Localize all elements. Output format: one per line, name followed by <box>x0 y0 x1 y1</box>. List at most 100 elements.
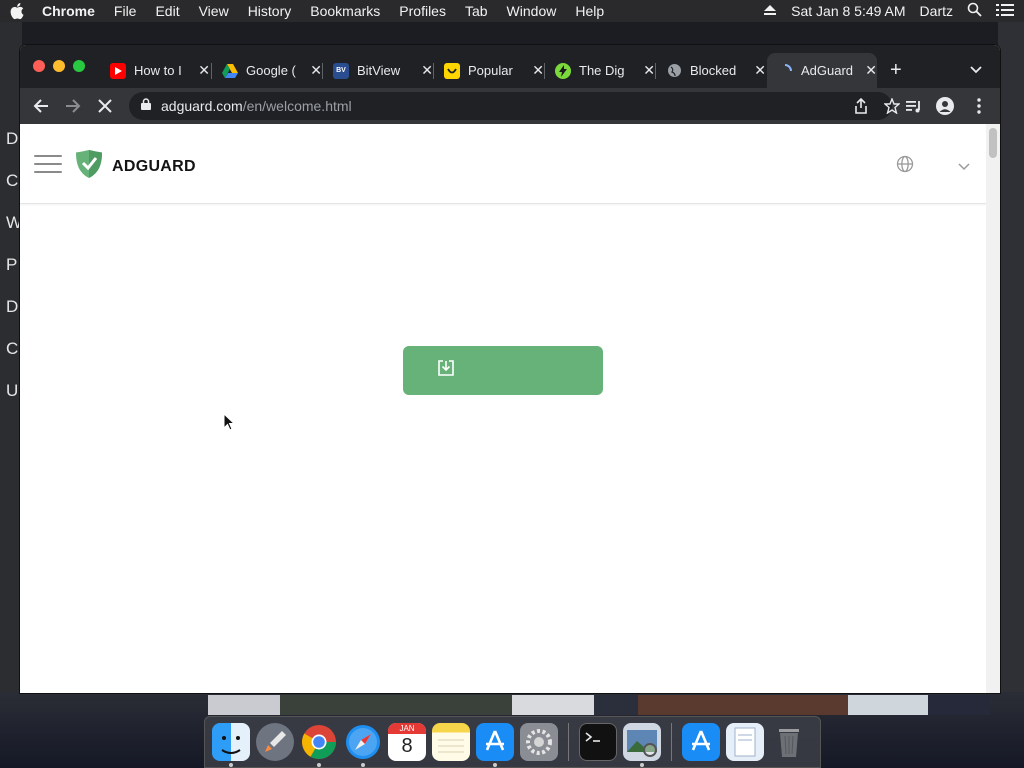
background-app-label: P <box>6 255 18 274</box>
tab-title: Blocked <box>690 63 737 78</box>
menu-edit[interactable]: Edit <box>155 3 179 19</box>
preview-icon[interactable] <box>623 723 661 767</box>
menu-window[interactable]: Window <box>507 3 557 19</box>
background-app-label: D <box>6 129 19 148</box>
background-app-label: D <box>6 297 19 316</box>
address-bar[interactable]: adguard.com/en/welcome.html <box>129 92 901 120</box>
page-scrollbar[interactable] <box>986 124 1000 693</box>
tab-title: AdGuard <box>801 63 854 78</box>
window-minimize-button[interactable] <box>53 60 65 72</box>
google-drive-icon <box>222 63 238 79</box>
macos-menu-bar: Chrome File Edit View History Bookmarks … <box>0 0 1024 22</box>
bolt-icon <box>555 62 571 79</box>
background-app-window: D C W P D C U <box>0 22 22 717</box>
tab-title: The Dig <box>579 63 625 78</box>
globe-icon <box>666 63 682 79</box>
download-icon <box>437 359 455 382</box>
stop-loading-icon[interactable] <box>96 97 114 115</box>
calendar-month: JAN <box>388 723 426 734</box>
tab-title: Google ( <box>246 63 296 78</box>
profile-avatar-icon[interactable] <box>936 97 954 115</box>
calendar-icon[interactable]: JAN 8 <box>388 723 426 761</box>
adguard-logo[interactable]: ADGUARD <box>76 150 196 183</box>
tab-strip: How to I ✕ Google ( ✕ BV BitView ✕ Popul… <box>20 45 1000 88</box>
background-window-strip <box>208 695 990 715</box>
share-icon[interactable] <box>854 97 868 119</box>
chrome-menu-icon[interactable] <box>970 97 988 115</box>
tab-search-chevron-icon[interactable] <box>970 61 982 79</box>
lock-icon[interactable] <box>141 97 151 115</box>
app-store-download-icon[interactable] <box>682 723 720 761</box>
menu-app-name[interactable]: Chrome <box>42 3 95 19</box>
background-app-label: C <box>6 171 19 190</box>
apple-icon[interactable] <box>10 2 28 20</box>
youtube-icon <box>110 62 126 79</box>
menubar-user[interactable]: Dartz <box>920 3 953 19</box>
trash-icon[interactable] <box>770 723 808 761</box>
app-store-icon[interactable] <box>476 723 514 767</box>
menu-tab[interactable]: Tab <box>465 3 488 19</box>
tab-title: BitView <box>357 63 401 78</box>
tab-google-drive[interactable]: Google ( ✕ <box>212 53 322 88</box>
menu-view[interactable]: View <box>199 3 229 19</box>
loading-icon <box>777 63 793 79</box>
finder-icon[interactable] <box>212 723 250 767</box>
url-host: adguard.com <box>161 98 243 114</box>
hamburger-menu-icon[interactable] <box>34 155 62 173</box>
mouse-cursor-icon <box>223 412 236 436</box>
tab-bitview[interactable]: BV BitView ✕ <box>323 53 433 88</box>
background-window-edge <box>998 22 1024 717</box>
terminal-icon[interactable] <box>579 723 617 761</box>
bitview-icon: BV <box>333 62 349 79</box>
safari-icon[interactable] <box>344 723 382 767</box>
calendar-day: 8 <box>401 735 413 757</box>
control-center-icon[interactable] <box>996 3 1014 20</box>
tab-close-icon[interactable]: ✕ <box>198 62 210 79</box>
forward-arrow-icon[interactable] <box>64 97 82 115</box>
tab-the-dig[interactable]: The Dig ✕ <box>545 53 655 88</box>
window-zoom-button[interactable] <box>73 60 85 72</box>
web-page: ADGUARD <box>20 124 986 693</box>
menu-file[interactable]: File <box>114 3 137 19</box>
brand-name: ADGUARD <box>112 157 196 175</box>
tab-popular[interactable]: Popular ✕ <box>434 53 544 88</box>
launchpad-icon[interactable] <box>256 723 294 761</box>
menu-bookmarks[interactable]: Bookmarks <box>310 3 380 19</box>
tab-close-icon[interactable]: ✕ <box>754 62 766 79</box>
eject-icon[interactable] <box>763 3 777 19</box>
tab-close-icon[interactable]: ✕ <box>865 62 877 79</box>
menu-help[interactable]: Help <box>575 3 604 19</box>
tab-close-icon[interactable]: ✕ <box>310 62 322 79</box>
back-arrow-icon[interactable] <box>32 97 50 115</box>
tab-close-icon[interactable]: ✕ <box>643 62 655 79</box>
tab-close-icon[interactable]: ✕ <box>532 62 544 79</box>
documents-folder-icon[interactable] <box>726 723 764 761</box>
chrome-icon[interactable] <box>300 723 338 767</box>
tab-how-to[interactable]: How to I ✕ <box>100 53 210 88</box>
tab-blocked[interactable]: Blocked ✕ <box>656 53 766 88</box>
tab-title: How to I <box>134 63 182 78</box>
url-path: /en/welcome.html <box>242 98 352 114</box>
menu-profiles[interactable]: Profiles <box>399 3 446 19</box>
download-button[interactable] <box>403 346 603 395</box>
menu-history[interactable]: History <box>248 3 292 19</box>
scrollbar-thumb[interactable] <box>989 128 997 158</box>
spotlight-search-icon[interactable] <box>967 2 982 20</box>
tab-close-icon[interactable]: ✕ <box>421 62 433 79</box>
window-close-button[interactable] <box>33 60 45 72</box>
browser-toolbar: adguard.com/en/welcome.html <box>20 88 1000 124</box>
background-app-label: U <box>6 381 19 400</box>
macos-dock: JAN 8 <box>204 716 821 768</box>
tab-adguard[interactable]: AdGuard ✕ <box>767 53 877 88</box>
site-header: ADGUARD <box>20 124 986 204</box>
language-globe-icon[interactable] <box>896 155 914 178</box>
menubar-clock[interactable]: Sat Jan 8 5:49 AM <box>791 3 905 19</box>
system-preferences-icon[interactable] <box>520 723 558 761</box>
notes-icon[interactable] <box>432 723 470 761</box>
bookmark-star-icon[interactable] <box>883 97 901 119</box>
language-chevron-down-icon[interactable] <box>958 158 970 176</box>
shield-check-icon <box>76 150 102 183</box>
media-queue-icon[interactable] <box>905 97 923 115</box>
background-app-label: C <box>6 339 19 358</box>
new-tab-button[interactable]: + <box>890 59 902 82</box>
